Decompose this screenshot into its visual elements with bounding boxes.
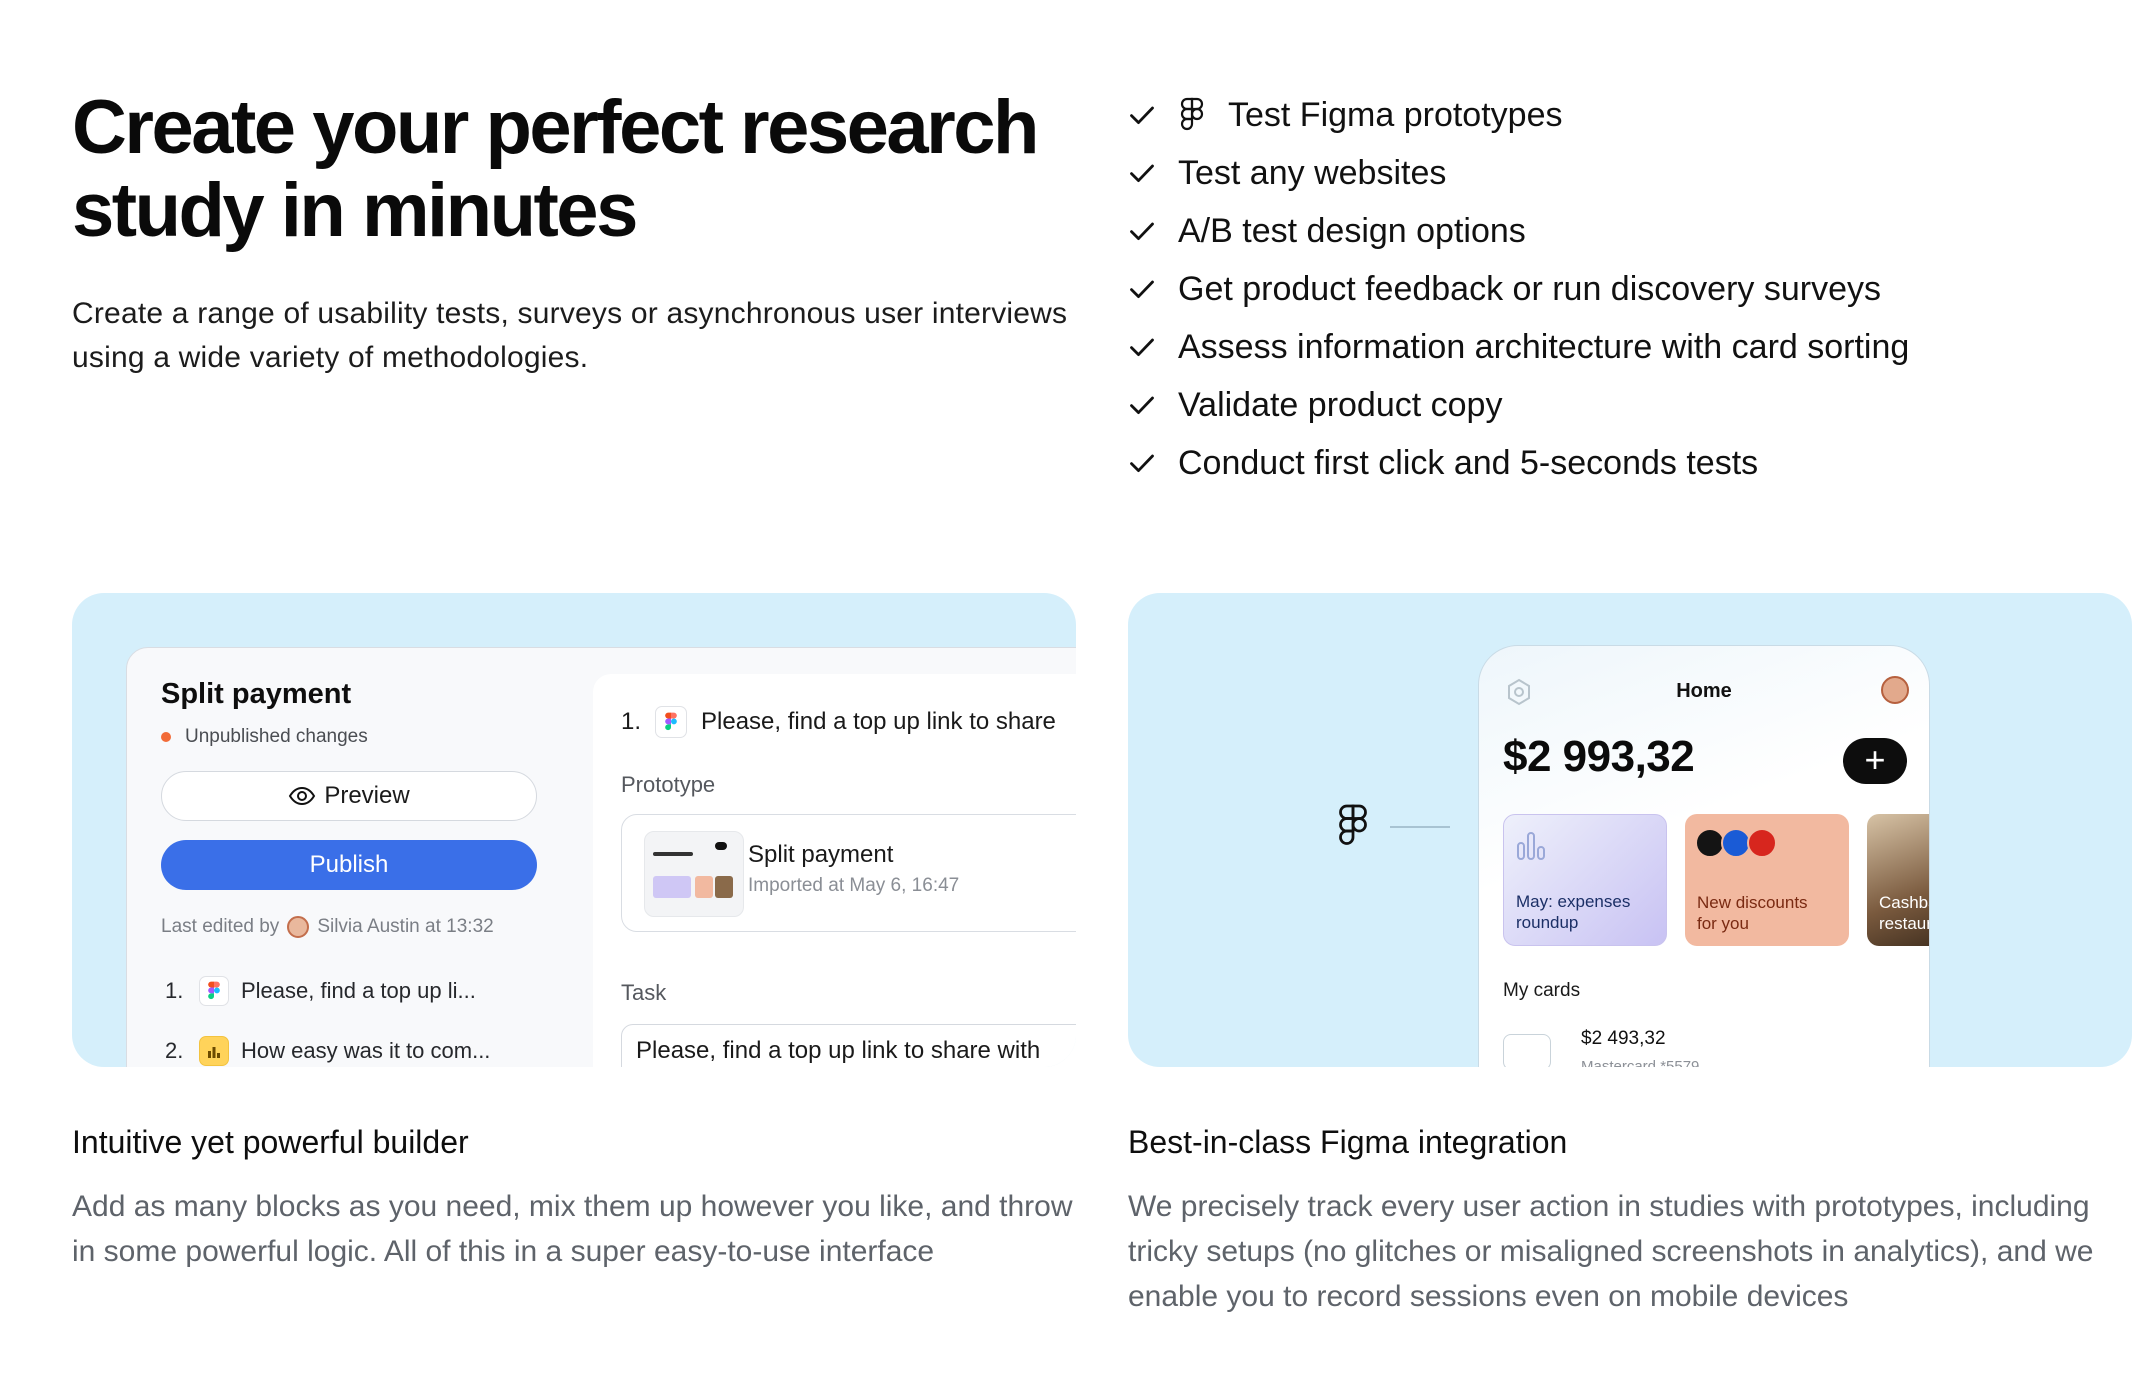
check-icon	[1130, 454, 1154, 472]
tile-label: Cashba restaura	[1879, 893, 1929, 933]
builder-showcase-card: Split payment Unpublished changes Previe…	[72, 593, 1076, 1067]
check-icon	[1130, 338, 1154, 356]
brand-logos	[1695, 828, 1777, 858]
feature-label: A/B test design options	[1178, 211, 1526, 250]
status-badge: Unpublished changes	[161, 726, 368, 748]
check-icon	[1130, 222, 1154, 240]
step-number: 2.	[165, 1038, 184, 1063]
figma-showcase-card: Home $2 993,32 + May: expenses roundup N…	[1128, 593, 2132, 1067]
check-icon	[1130, 280, 1154, 298]
feature-label: Conduct first click and 5-seconds tests	[1178, 443, 1759, 482]
builder-window: Split payment Unpublished changes Previe…	[126, 647, 1076, 1067]
feature-item: Conduct first click and 5-seconds tests	[1128, 434, 2108, 492]
my-cards-heading: My cards	[1503, 980, 1581, 1001]
task-question: 1. Please, find a top up link to share	[621, 706, 1056, 738]
check-icon	[1130, 164, 1154, 182]
study-title: Split payment	[161, 678, 352, 710]
status-dot-icon	[161, 732, 171, 742]
status-text: Unpublished changes	[185, 726, 368, 747]
feature-label: Validate product copy	[1178, 385, 1503, 424]
card-icon	[1503, 1034, 1551, 1067]
task-label: Task	[621, 980, 667, 1005]
feature-item: Get product feedback or run discovery su…	[1128, 260, 2108, 318]
prototype-label: Prototype	[621, 772, 716, 797]
balance-amount: $2 993,32	[1503, 732, 1695, 781]
feature-item: A/B test design options	[1128, 202, 2108, 260]
tile-expenses[interactable]: May: expenses roundup	[1503, 814, 1667, 946]
prototype-thumbnail	[644, 831, 744, 917]
step-text: Please, find a top up li...	[241, 978, 476, 1003]
add-button[interactable]: +	[1843, 738, 1907, 784]
last-edited-by: Silvia Austin at 13:32	[317, 916, 494, 937]
figma-icon	[199, 976, 229, 1006]
prototype-date: Imported at May 6, 16:47	[748, 875, 960, 896]
feature-card-description: We precisely track every user action in …	[1128, 1190, 2094, 1313]
cvs-logo-icon	[1747, 828, 1777, 858]
feature-card-title: Best-in-class Figma integration	[1128, 1124, 1568, 1160]
hero-title: Create your perfect research study in mi…	[72, 85, 1039, 253]
step-item[interactable]: 1. Please, find a top up li...	[165, 976, 476, 1006]
tile-cashback[interactable]: Cashba restaura	[1867, 814, 1929, 946]
eye-icon	[289, 786, 316, 806]
step-number: 1.	[165, 978, 184, 1003]
feature-label: Test any websites	[1178, 153, 1447, 192]
card-amount: $2 493,32	[1581, 1028, 1666, 1049]
phone-mockup: Home $2 993,32 + May: expenses roundup N…	[1478, 645, 1930, 1067]
hero-subtitle: Create a range of usability tests, surve…	[72, 297, 1068, 374]
publish-button[interactable]: Publish	[161, 840, 537, 890]
task-question-text: Please, find a top up link to share	[701, 708, 1056, 735]
card-subtitle: Mastercard *5579	[1581, 1058, 1700, 1067]
feature-item: Assess information architecture with car…	[1128, 318, 2108, 376]
step-item[interactable]: 2. How easy was it to com...	[165, 1036, 490, 1066]
tile-discounts[interactable]: New discounts for you	[1685, 814, 1849, 946]
feature-item-figma: Test Figma prototypes	[1128, 86, 2108, 144]
figma-icon	[655, 706, 688, 738]
feature-list: Test Figma prototypes Test any websites …	[1128, 86, 2108, 492]
task-number: 1.	[621, 708, 642, 735]
figma-icon	[1339, 804, 1367, 845]
phone-title: Home	[1676, 680, 1732, 702]
task-panel: 1. Please, find a top up link to share P…	[593, 674, 1076, 1067]
feature-label: Test Figma prototypes	[1228, 95, 1563, 134]
tile-label: New discounts for you	[1697, 893, 1808, 933]
avatar	[287, 916, 310, 938]
feature-card-description: Add as many blocks as you need, mix them…	[72, 1190, 1073, 1268]
prototype-name: Split payment	[748, 841, 894, 868]
bar-chart-icon	[199, 1036, 229, 1066]
bar-chart-icon	[1517, 832, 1545, 860]
connector-line	[1390, 826, 1450, 828]
feature-item: Validate product copy	[1128, 376, 2108, 434]
check-icon	[1130, 106, 1154, 124]
preview-label: Preview	[324, 782, 410, 809]
last-edited: Last edited by Silvia Austin at 13:32	[161, 916, 494, 938]
task-input[interactable]: Please, find a top up link to share with	[621, 1024, 1076, 1067]
check-icon	[1130, 396, 1154, 414]
tile-label: May: expenses roundup	[1516, 892, 1631, 932]
prototype-card[interactable]: Split payment Imported at May 6, 16:47	[621, 814, 1076, 932]
feature-label: Get product feedback or run discovery su…	[1178, 269, 1881, 308]
preview-button[interactable]: Preview	[161, 771, 537, 821]
feature-item: Test any websites	[1128, 144, 2108, 202]
avatar[interactable]	[1881, 676, 1909, 704]
figma-icon	[1180, 97, 1204, 131]
last-edited-prefix: Last edited by	[161, 916, 280, 937]
step-text: How easy was it to com...	[241, 1038, 491, 1063]
feature-card-title: Intuitive yet powerful builder	[72, 1124, 469, 1160]
feature-label: Assess information architecture with car…	[1178, 327, 1910, 366]
